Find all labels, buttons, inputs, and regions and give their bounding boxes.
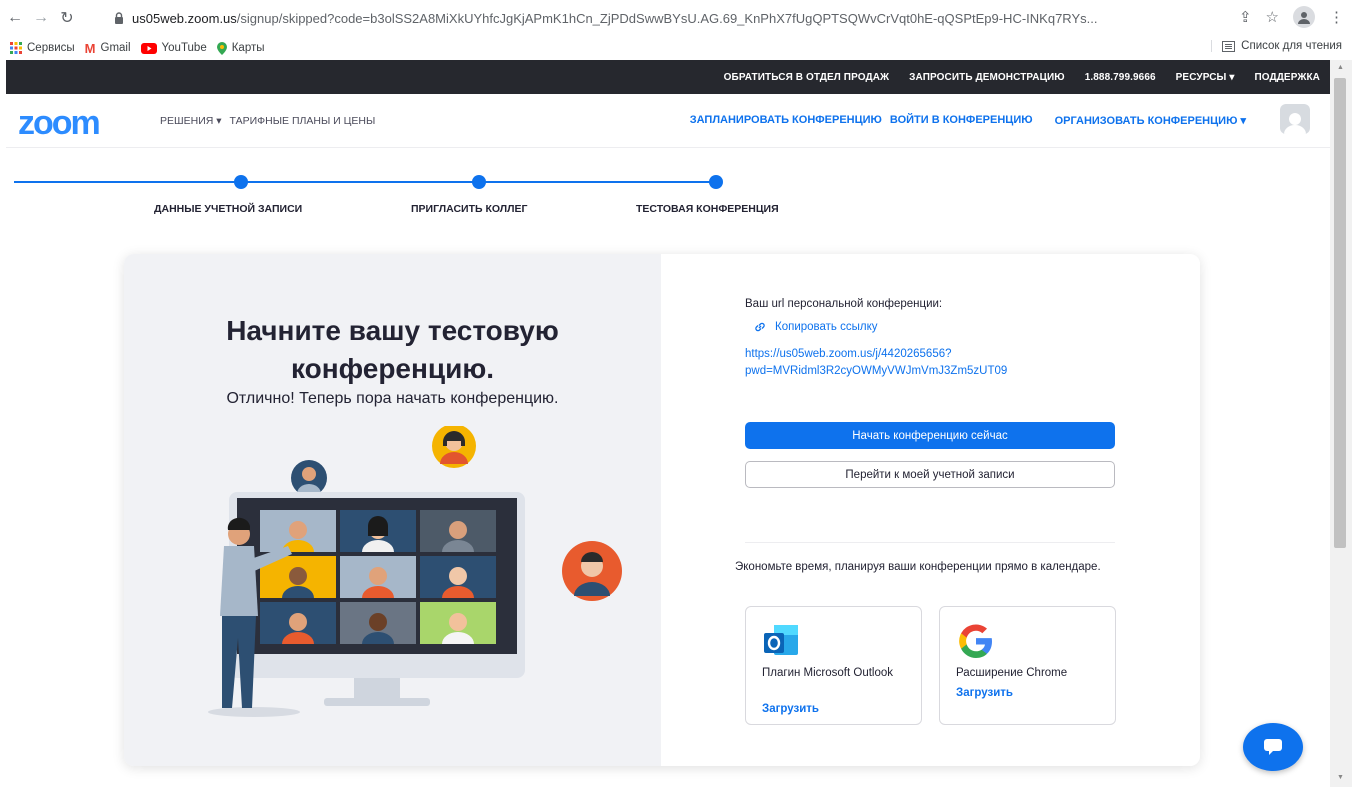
star-icon[interactable]: ☆ [1266, 8, 1279, 26]
card-illustration-panel: Начните вашу тестовую конференцию. Отлич… [124, 254, 661, 766]
support-link[interactable]: ПОДДЕРЖКА [1254, 72, 1320, 83]
plans-pricing-link[interactable]: ТАРИФНЫЕ ПЛАНЫ И ЦЕНЫ [230, 115, 376, 127]
avatar-bubble-right [562, 541, 622, 601]
address-bar[interactable]: us05web.zoom.us/signup/skipped?code=b3ol… [112, 6, 1202, 30]
url-path: /signup/skipped?code=b3olSS2A8MiXkUYhfcJ… [236, 10, 1098, 26]
profile-icon[interactable] [1293, 6, 1315, 28]
chrome-download-link[interactable]: Загрузить [956, 687, 1013, 699]
video-grid [260, 510, 496, 644]
progress-line [14, 181, 719, 183]
page-title: Начните вашу тестовую конференцию. [124, 312, 661, 388]
host-meeting-dropdown[interactable]: ОРГАНИЗОВАТЬ КОНФЕРЕНЦИЮ ▾ [1055, 114, 1246, 127]
title-line-2: конференцию. [290, 353, 495, 384]
bookmark-label: YouTube [161, 42, 207, 54]
user-silhouette-icon [1284, 113, 1306, 134]
divider [745, 542, 1115, 543]
bookmark-maps[interactable]: Карты [216, 41, 265, 55]
link-icon [755, 322, 765, 332]
back-arrow-icon[interactable]: ← [4, 7, 26, 29]
bookmark-services[interactable]: Сервисы [10, 42, 75, 54]
step-label-invite: ПРИГЛАСИТЬ КОЛЛЕГ [411, 203, 528, 215]
chrome-extension-name: Расширение Chrome [956, 667, 1068, 679]
step-dot-2 [472, 175, 486, 189]
zoom-logo[interactable]: zoom [18, 104, 101, 143]
bookmark-label: Сервисы [27, 42, 75, 54]
reading-list-label: Список для чтения [1241, 40, 1342, 52]
phone-number-link[interactable]: 1.888.799.9666 [1085, 72, 1156, 83]
personal-url-label: Ваш url персональной конференции: [745, 298, 943, 310]
video-conference-illustration [208, 426, 622, 717]
request-demo-link[interactable]: ЗАПРОСИТЬ ДЕМОНСТРАЦИЮ [909, 72, 1065, 83]
url-host: us05web.zoom.us [132, 10, 237, 26]
avatar[interactable] [1280, 104, 1310, 134]
copy-link-button[interactable]: Копировать ссылку [753, 320, 878, 334]
copy-link-label: Копировать ссылку [775, 321, 878, 333]
browser-toolbar: ← → ↻ us05web.zoom.us/signup/skipped?cod… [0, 0, 1352, 36]
outlook-plugin-name: Плагин Microsoft Outlook [762, 667, 894, 679]
reading-list[interactable]: Список для чтения [1211, 40, 1342, 52]
schedule-meeting-link[interactable]: ЗАПЛАНИРОВАТЬ КОНФЕРЕНЦИЮ [690, 114, 882, 127]
bookmark-label: Gmail [100, 42, 131, 54]
lock-icon [115, 12, 123, 24]
chat-bubble-icon [1264, 739, 1282, 755]
maps-pin-icon [216, 41, 227, 55]
chat-support-button[interactable] [1243, 723, 1303, 771]
card-actions-panel: Ваш url персональной конференции: Копиро… [661, 254, 1200, 766]
url-line-2: pwd=MVRidml3R2cyOWMyVWJmVmJ3Zm5zUT09 [745, 365, 1008, 377]
personal-url-value[interactable]: https://us05web.zoom.us/j/4420265656? pw… [745, 346, 1125, 380]
site-header: zoom РЕШЕНИЯ ▾ ТАРИФНЫЕ ПЛАНЫ И ЦЕНЫ ЗАП… [6, 94, 1330, 148]
menu-kebab-icon[interactable]: ⋮ [1329, 8, 1344, 26]
resources-dropdown[interactable]: РЕСУРСЫ ▾ [1176, 72, 1235, 83]
reload-icon[interactable]: ↻ [56, 7, 78, 29]
outlook-download-link[interactable]: Загрузить [762, 703, 819, 715]
calendar-promo-text: Экономьте время, планируя ваши конференц… [735, 561, 1101, 573]
top-utility-bar: ОБРАТИТЬСЯ В ОТДЕЛ ПРОДАЖ ЗАПРОСИТЬ ДЕМО… [6, 60, 1330, 94]
bookmark-label: Карты [231, 42, 265, 54]
outlook-icon [764, 625, 798, 655]
outlook-plugin-card: Плагин Microsoft Outlook Загрузить [745, 606, 922, 725]
step-dot-1 [234, 175, 248, 189]
join-meeting-link[interactable]: ВОЙТИ В КОНФЕРЕНЦИЮ [890, 114, 1033, 127]
start-meeting-button[interactable]: Начать конференцию сейчас [745, 422, 1115, 449]
solutions-dropdown[interactable]: РЕШЕНИЯ ▾ [160, 115, 222, 127]
chrome-extension-card: Расширение Chrome Загрузить [939, 606, 1116, 725]
page-scrollbar[interactable]: ▲ ▼ [1330, 60, 1352, 787]
title-line-1: Начните вашу тестовую [226, 315, 559, 346]
bookmarks-bar: Сервисы M Gmail YouTube Карты Список для… [0, 36, 1352, 60]
avatar-bubble-left [291, 460, 327, 496]
page-subtitle: Отлично! Теперь пора начать конференцию. [226, 390, 559, 407]
forward-arrow-icon[interactable]: → [30, 7, 52, 29]
main-card: Начните вашу тестовую конференцию. Отлич… [124, 254, 1200, 766]
contact-sales-link[interactable]: ОБРАТИТЬСЯ В ОТДЕЛ ПРОДАЖ [724, 72, 890, 83]
google-icon [959, 624, 992, 658]
scroll-up-icon[interactable]: ▲ [1337, 64, 1344, 71]
bookmark-gmail[interactable]: M Gmail [85, 41, 131, 56]
go-to-account-button[interactable]: Перейти к моей учетной записи [745, 461, 1115, 488]
step-label-account: ДАННЫЕ УЧЕТНОЙ ЗАПИСИ [154, 203, 303, 215]
share-icon[interactable]: ⇪ [1239, 8, 1252, 26]
step-label-test: ТЕСТОВАЯ КОНФЕРЕНЦИЯ [636, 203, 779, 215]
gmail-icon: M [84, 40, 96, 56]
youtube-icon [140, 42, 157, 54]
apps-grid-icon [10, 42, 22, 54]
url-line-1: https://us05web.zoom.us/j/4420265656? [745, 348, 952, 360]
scroll-thumb[interactable] [1334, 78, 1346, 548]
avatar-bubble-top [432, 426, 476, 468]
step-dot-3 [709, 175, 723, 189]
reading-list-icon [1222, 40, 1236, 52]
scroll-down-icon[interactable]: ▼ [1337, 774, 1344, 781]
bookmark-youtube[interactable]: YouTube [140, 42, 207, 54]
